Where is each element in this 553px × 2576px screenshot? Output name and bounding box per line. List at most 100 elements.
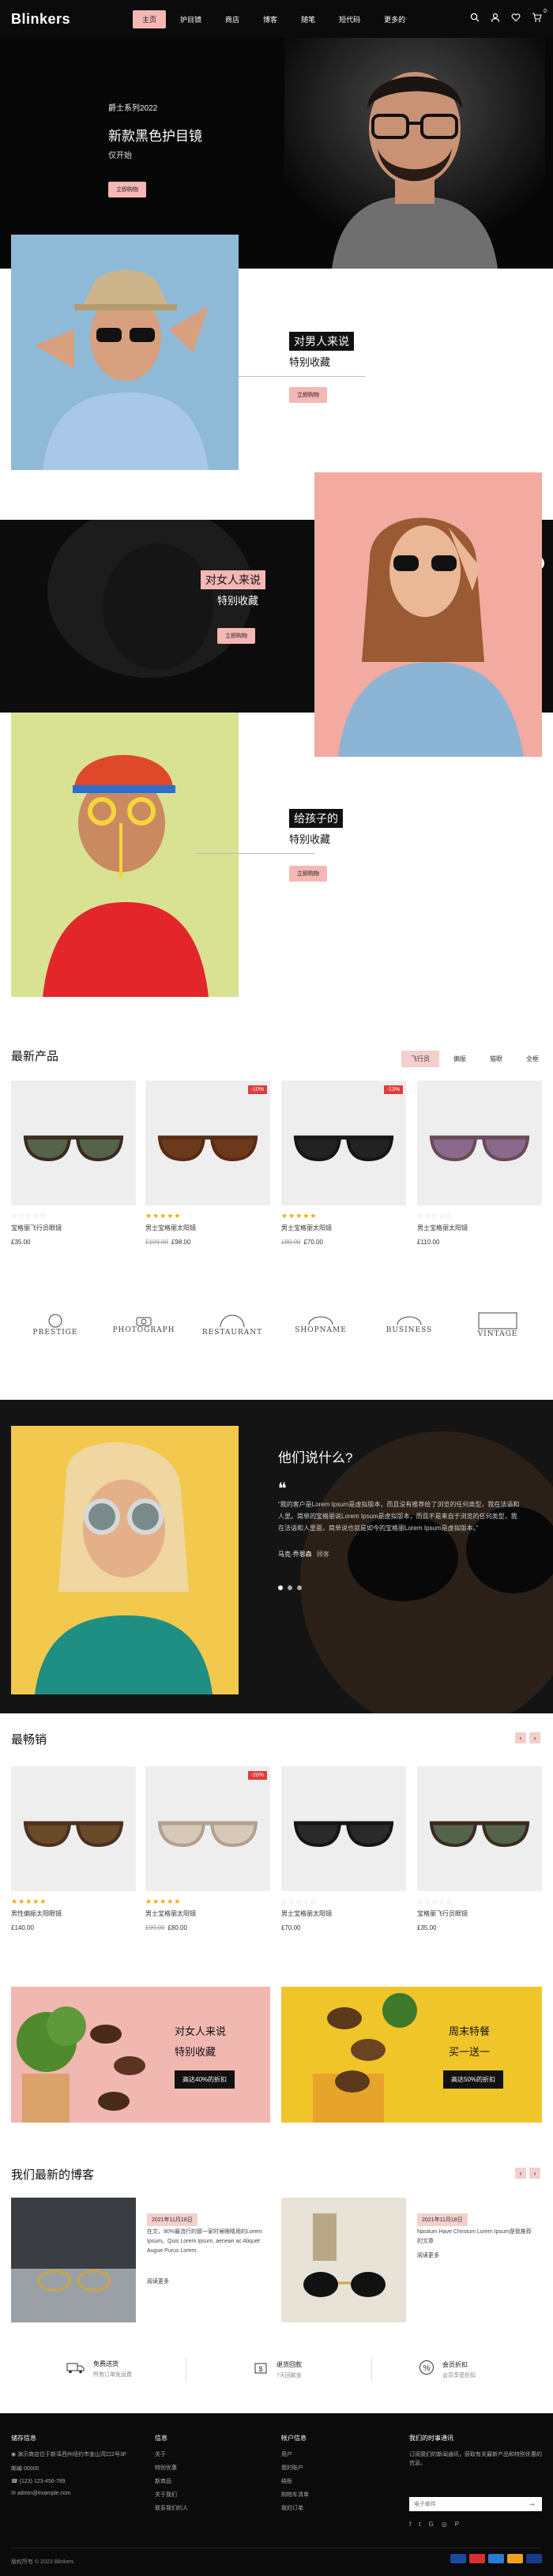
- nav-item-blog[interactable]: 博客: [254, 10, 287, 28]
- latest-product-card[interactable]: -13% ★★★★★ 男士宝格丽太阳镜 £80.00 £70.00: [281, 1081, 406, 1246]
- pager-dot-1[interactable]: [278, 1585, 283, 1590]
- product-name[interactable]: 男士宝格丽太阳镜: [417, 1224, 542, 1232]
- footer-link[interactable]: 用户: [281, 2450, 309, 2458]
- women-category-sub: 特别收藏: [217, 595, 259, 607]
- pager-dot-2[interactable]: [288, 1585, 292, 1590]
- hero-note: 仅开始: [108, 152, 132, 160]
- discount-badge: -13%: [383, 1085, 403, 1094]
- hero-shop-button[interactable]: 立即购物: [108, 182, 146, 197]
- product-name[interactable]: 男士宝格丽太阳镜: [145, 1224, 270, 1232]
- latest-product-image[interactable]: [417, 1081, 542, 1205]
- facebook-icon[interactable]: f: [409, 2521, 411, 2528]
- tab-aviator[interactable]: 飞行员: [401, 1051, 439, 1067]
- percent-icon: %: [419, 2360, 434, 2380]
- search-icon[interactable]: [470, 13, 480, 24]
- cart-icon[interactable]: 0: [532, 9, 547, 24]
- product-name[interactable]: 宝格丽飞行员眼镜: [417, 1909, 542, 1918]
- current-price: £80.00: [167, 1924, 187, 1931]
- instagram-icon[interactable]: ◎: [442, 2521, 447, 2528]
- store-phone[interactable]: ☎ (123) 123-456-789: [11, 2478, 130, 2484]
- latest-product-card[interactable]: ☆☆☆☆☆ 男士宝格丽太阳镜 £110.00: [417, 1081, 542, 1246]
- footer-link[interactable]: 我的账户: [281, 2464, 309, 2472]
- bestseller-product-card[interactable]: ☆☆☆☆☆ 宝格丽飞行员眼镜 £35.00: [417, 1766, 542, 1931]
- nav-item-shop[interactable]: 商店: [216, 10, 249, 28]
- tab-polarized[interactable]: 偏振: [444, 1051, 476, 1067]
- product-price: £70.00: [281, 1924, 406, 1931]
- brand-logo-6[interactable]: VINTAGE: [466, 1305, 529, 1344]
- blog-next-arrow-icon[interactable]: ›: [529, 2168, 540, 2179]
- site-logo[interactable]: Blinkers: [11, 11, 70, 28]
- tab-cat-eye[interactable]: 猫眼: [480, 1051, 512, 1067]
- bestseller-product-image[interactable]: [417, 1766, 542, 1891]
- blog-post-1-read-more[interactable]: 阅读更多: [147, 2277, 169, 2285]
- heart-icon[interactable]: [511, 13, 521, 24]
- product-name[interactable]: 男性偏振太阳眼镜: [11, 1909, 136, 1918]
- footer-link[interactable]: 购物车清单: [281, 2491, 309, 2499]
- twitter-icon[interactable]: t: [419, 2521, 420, 2528]
- blog-post-1-image[interactable]: [11, 2198, 136, 2322]
- sunglasses-product-image: [429, 1135, 530, 1162]
- footer-link[interactable]: 联系我们的人: [155, 2504, 188, 2512]
- product-name[interactable]: 男士宝格丽太阳镜: [281, 1224, 406, 1232]
- product-name[interactable]: 男士宝格丽太阳镜: [281, 1909, 406, 1918]
- latest-product-image[interactable]: -13%: [281, 1081, 406, 1205]
- blog-post-2-image[interactable]: [281, 2198, 406, 2322]
- latest-product-card[interactable]: -10% ★★★★★ 男士宝格丽太阳镜 £109.00 £98.00: [145, 1081, 270, 1246]
- bestseller-product-card[interactable]: -20% ★★★★★ 男士宝格丽太阳镜 £99.00 £80.00: [145, 1766, 270, 1931]
- men-shop-button[interactable]: 立即购物: [289, 387, 327, 403]
- brand-logo-4[interactable]: SHOPNAME: [289, 1305, 352, 1344]
- pager-dot-3[interactable]: [297, 1585, 302, 1590]
- store-postcode: 邮编 00000: [11, 2466, 40, 2472]
- store-email[interactable]: ✉ admin@example.com: [11, 2490, 130, 2496]
- testimonial-author-role: 顾客: [316, 1551, 329, 1558]
- visa-icon: [450, 2554, 466, 2563]
- bestseller-product-image[interactable]: -20%: [145, 1766, 270, 1891]
- prev-arrow-icon[interactable]: ‹: [515, 1732, 526, 1743]
- bestseller-product-card[interactable]: ★★★★★ 男性偏振太阳眼镜 £140.00: [11, 1766, 136, 1931]
- blog-post-2-read-more[interactable]: 阅读更多: [417, 2251, 439, 2259]
- newsletter-submit-button[interactable]: →: [528, 2499, 536, 2508]
- pinterest-icon[interactable]: P: [455, 2521, 459, 2528]
- quote-icon: ❝: [278, 1480, 287, 1498]
- amex-icon: [488, 2554, 504, 2563]
- nav-item-goggles[interactable]: 护目镜: [171, 10, 211, 28]
- blog-prev-arrow-icon[interactable]: ‹: [515, 2168, 526, 2179]
- nav-item-more[interactable]: 更多的: [374, 10, 415, 28]
- truck-icon: [66, 2360, 85, 2379]
- footer-link[interactable]: 结账: [281, 2477, 309, 2485]
- footer-link[interactable]: 我的订单: [281, 2504, 309, 2512]
- product-name[interactable]: 宝格丽飞行员眼镜: [11, 1224, 136, 1232]
- promo-weekend-button[interactable]: 高达50%的折扣: [443, 2070, 504, 2089]
- women-shop-button[interactable]: 立即购物: [217, 628, 255, 644]
- next-arrow-icon[interactable]: ›: [529, 1732, 540, 1743]
- latest-product-image[interactable]: -10%: [145, 1081, 270, 1205]
- brand-logo-2[interactable]: PHOTOGRAPH: [112, 1305, 175, 1344]
- kids-shop-button[interactable]: 立即购物: [289, 866, 327, 882]
- brand-logo-5[interactable]: BUSINESS: [378, 1305, 441, 1344]
- user-icon[interactable]: [491, 13, 500, 24]
- nav-item-shortcodes[interactable]: 短代码: [329, 10, 370, 28]
- google-icon[interactable]: G: [428, 2521, 433, 2528]
- brand-logo-3[interactable]: RESTAURANT: [201, 1305, 264, 1344]
- women-category-image: [314, 472, 542, 757]
- men-category-tag-label: 对男人来说: [289, 332, 354, 351]
- brand-logo-1[interactable]: PRESTIGE: [24, 1305, 87, 1344]
- promo-women-button[interactable]: 高达40%的折扣: [175, 2070, 235, 2089]
- blog-post-1-date: 2021年11月18日: [147, 2213, 198, 2226]
- bestseller-product-image[interactable]: [11, 1766, 136, 1891]
- bestseller-product-image[interactable]: [281, 1766, 406, 1891]
- tab-full-frame[interactable]: 全框: [517, 1051, 548, 1067]
- footer-link[interactable]: 关于: [155, 2450, 188, 2458]
- footer-link[interactable]: 关于我们: [155, 2491, 188, 2499]
- latest-product-card[interactable]: ☆☆☆☆☆ 宝格丽飞行员眼镜 £35.00: [11, 1081, 136, 1246]
- newsletter-email-input[interactable]: [409, 2497, 542, 2511]
- footer-link[interactable]: 特别优惠: [155, 2464, 188, 2472]
- product-name[interactable]: 男士宝格丽太阳镜: [145, 1909, 270, 1918]
- nav-item-essays[interactable]: 随笔: [292, 10, 325, 28]
- footer-link[interactable]: 新商品: [155, 2477, 188, 2485]
- latest-product-image[interactable]: [11, 1081, 136, 1205]
- bestseller-product-card[interactable]: ☆☆☆☆☆ 男士宝格丽太阳镜 £70.00: [281, 1766, 406, 1931]
- nav-item-home[interactable]: 主页: [133, 10, 167, 28]
- rating-stars: ☆☆☆☆☆: [417, 1212, 453, 1220]
- blog-post-1-text: 在文，90%最流行的那一家时候眼睛用的Lorem Ipsum。Quis Lore…: [147, 2229, 262, 2254]
